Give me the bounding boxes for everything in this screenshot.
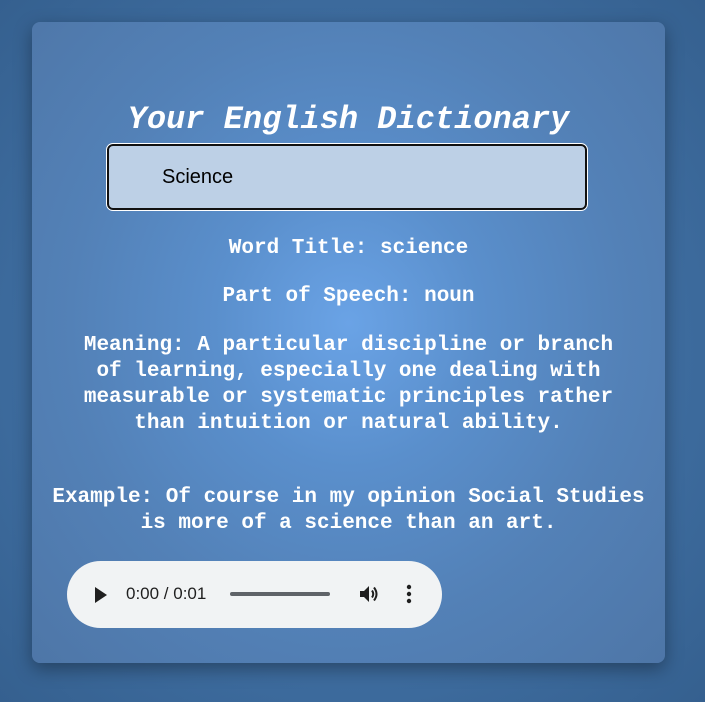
more-options-button[interactable] (402, 582, 416, 606)
audio-progress-slider[interactable] (230, 592, 330, 596)
dictionary-card: Your English Dictionary Word Title: scie… (32, 22, 665, 663)
volume-icon (360, 586, 378, 602)
word-example: Example: Of course in my opinion Social … (52, 486, 645, 535)
play-icon (95, 587, 107, 603)
word-meaning: Meaning: A particular discipline or bran… (83, 334, 614, 435)
audio-time: 0:00 / 0:01 (126, 584, 207, 603)
audio-player: 0:00 / 0:01 (67, 561, 442, 628)
word-search-input[interactable] (106, 143, 588, 211)
page-title: Your English Dictionary (127, 101, 570, 138)
more-vert-icon (406, 584, 412, 604)
volume-button[interactable] (357, 582, 381, 606)
part-of-speech: Part of Speech: noun (222, 285, 475, 308)
word-title: Word Title: science (228, 237, 469, 260)
play-button[interactable] (89, 583, 111, 607)
